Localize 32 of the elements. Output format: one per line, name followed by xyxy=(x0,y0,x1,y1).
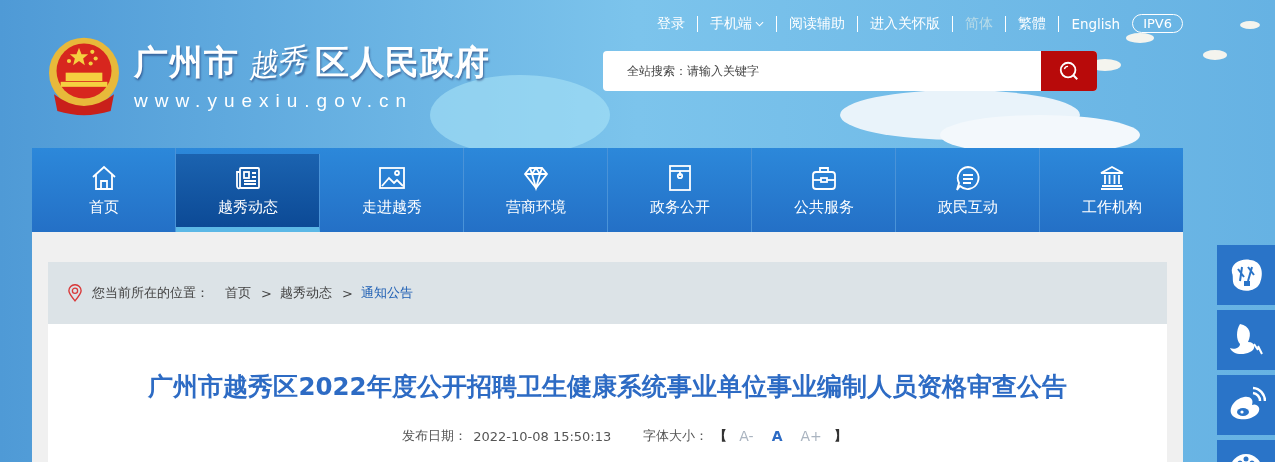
search-button[interactable] xyxy=(1041,51,1097,91)
breadcrumb-separator: > xyxy=(341,285,353,301)
bracket: 【 xyxy=(714,427,728,445)
article-title: 广州市越秀区2022年度公开招聘卫生健康系统事业单位事业编制人员资格审查公告 xyxy=(148,371,1067,403)
chat-bubble-icon xyxy=(953,163,982,192)
side-link[interactable] xyxy=(1217,310,1275,370)
date-label: 发布日期： xyxy=(402,427,468,445)
site-name: 广州市 xyxy=(134,41,239,84)
caret-icon xyxy=(755,20,765,27)
bracket: 】 xyxy=(833,427,847,445)
font-size-label: 字体大小： xyxy=(643,427,709,445)
location-pin-icon xyxy=(68,284,82,302)
search-field[interactable]: 请输入关键字 xyxy=(687,62,1035,80)
site-name: 区人民政府 xyxy=(315,41,490,84)
side-link[interactable] xyxy=(1217,245,1275,305)
side-link[interactable] xyxy=(1217,375,1275,435)
nav-tab[interactable]: 越秀动态 xyxy=(176,154,320,232)
breadcrumb-label: 您当前所在的位置： xyxy=(92,284,209,302)
search-bar[interactable]: 全站搜索：请输入关键字 xyxy=(603,51,1097,91)
breadcrumb-separator: > xyxy=(261,285,272,301)
site-name-calligraphy: 越秀 xyxy=(244,39,310,86)
publish-date: 2022-10-08 15:50:13 xyxy=(473,428,612,444)
breadcrumb-link[interactable]: 首页 xyxy=(225,284,251,302)
breadcrumb-link[interactable]: 通知公告 xyxy=(360,284,413,302)
newspaper-icon xyxy=(233,164,262,192)
nav-tab[interactable]: 工作机构 xyxy=(1040,148,1183,232)
search-icon xyxy=(1058,60,1080,82)
font-size-option[interactable]: A xyxy=(771,428,783,444)
site-url: www.yuexiu.gov.cn xyxy=(134,90,415,112)
side-link[interactable] xyxy=(1217,440,1275,462)
breadcrumb-link[interactable]: 越秀动态 xyxy=(279,284,332,302)
search-label: 全站搜索： xyxy=(626,62,687,80)
